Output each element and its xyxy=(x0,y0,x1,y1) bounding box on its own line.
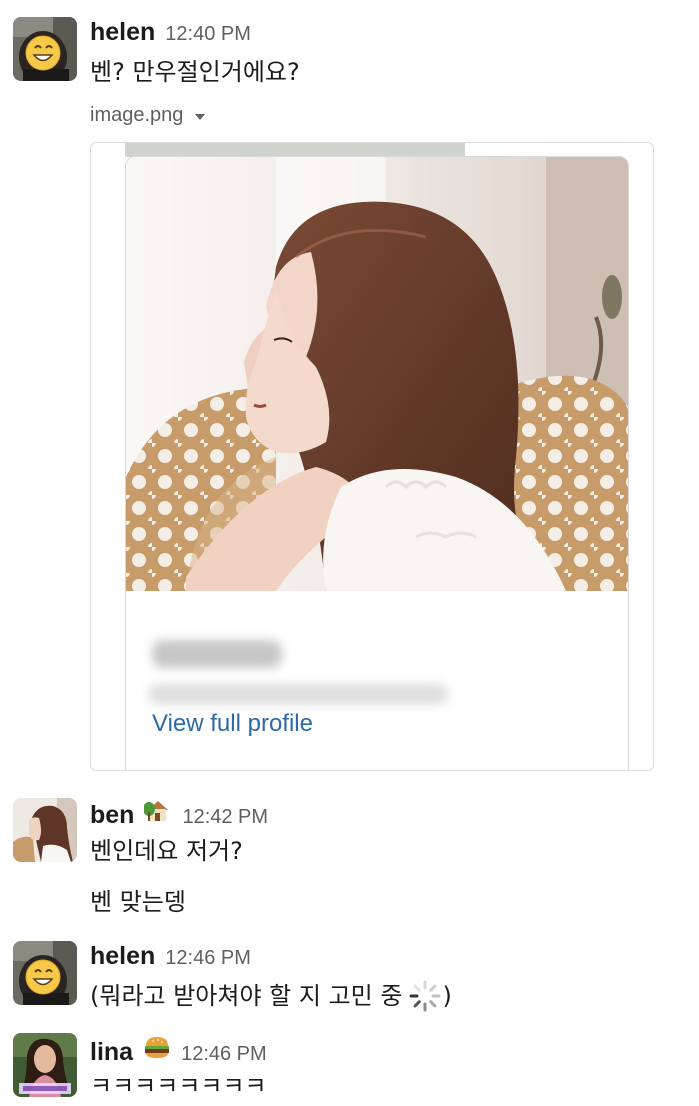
message-text: ㅋㅋㅋㅋㅋㅋㅋㅋ xyxy=(90,1072,267,1100)
timestamp[interactable]: 12:42 PM xyxy=(182,806,268,829)
username[interactable]: helen xyxy=(90,18,155,47)
chevron-down-icon[interactable] xyxy=(195,113,206,120)
username[interactable]: helen xyxy=(90,942,155,971)
lina-avatar-image xyxy=(13,1033,77,1097)
file-name: image.png xyxy=(90,104,184,126)
message-header: ben 12:42 PM xyxy=(90,797,268,830)
blurred-profile-name xyxy=(152,640,282,668)
house-with-garden-icon[interactable] xyxy=(143,797,172,823)
helen-avatar-image xyxy=(13,941,77,1005)
avatar-ben[interactable] xyxy=(13,798,77,862)
profile-card: View full profile xyxy=(125,156,629,770)
ben-avatar-image xyxy=(13,798,77,862)
profile-photo-image xyxy=(126,157,628,591)
message-text-line-2: 벤 맞는뎅 xyxy=(90,888,186,916)
username[interactable]: lina xyxy=(90,1038,133,1067)
timestamp[interactable]: 12:46 PM xyxy=(181,1043,267,1066)
view-full-profile-link[interactable]: View full profile xyxy=(152,710,313,738)
timestamp[interactable]: 12:40 PM xyxy=(165,23,251,46)
message-header: helen 12:40 PM xyxy=(90,18,251,48)
blurred-profile-subtitle xyxy=(148,684,448,704)
avatar-lina[interactable] xyxy=(13,1033,77,1097)
avatar-helen[interactable] xyxy=(13,17,77,81)
profile-photo xyxy=(126,157,628,591)
message-text-line-1: 벤인데요 저거? xyxy=(90,837,243,865)
image-background xyxy=(125,143,465,157)
file-attachment-label[interactable]: image.png xyxy=(90,104,206,127)
message-header: helen 12:46 PM xyxy=(90,942,251,972)
username[interactable]: ben xyxy=(90,801,134,830)
timestamp[interactable]: 12:46 PM xyxy=(165,947,251,970)
loading-spinner-icon xyxy=(408,979,442,1013)
message-text: 벤? 만우절인거에요? xyxy=(90,58,300,86)
message-helen-2: helen 12:46 PM (뭐라고 받아쳐야 할 지 고민 중 ) xyxy=(0,930,699,1022)
hamburger-icon[interactable] xyxy=(143,1034,171,1060)
message-header: lina 12:46 PM xyxy=(90,1034,267,1067)
message-text-main: (뭐라고 받아쳐야 할 지 고민 중 xyxy=(90,982,403,1010)
message-ben: ben 12:42 PM 벤인데요 저거? 벤 맞는뎅 xyxy=(0,780,699,930)
avatar-helen[interactable] xyxy=(13,941,77,1005)
message-text: (뭐라고 받아쳐야 할 지 고민 중 ) xyxy=(90,979,452,1013)
message-helen-1: helen 12:40 PM 벤? 만우절인거에요? image.png Vie… xyxy=(0,0,699,780)
image-attachment[interactable]: View full profile xyxy=(90,142,654,771)
helen-avatar-image xyxy=(13,17,77,81)
message-text-close: ) xyxy=(442,982,452,1010)
message-lina: lina 12:46 PM ㅋㅋㅋㅋㅋㅋㅋㅋ xyxy=(0,1022,699,1106)
